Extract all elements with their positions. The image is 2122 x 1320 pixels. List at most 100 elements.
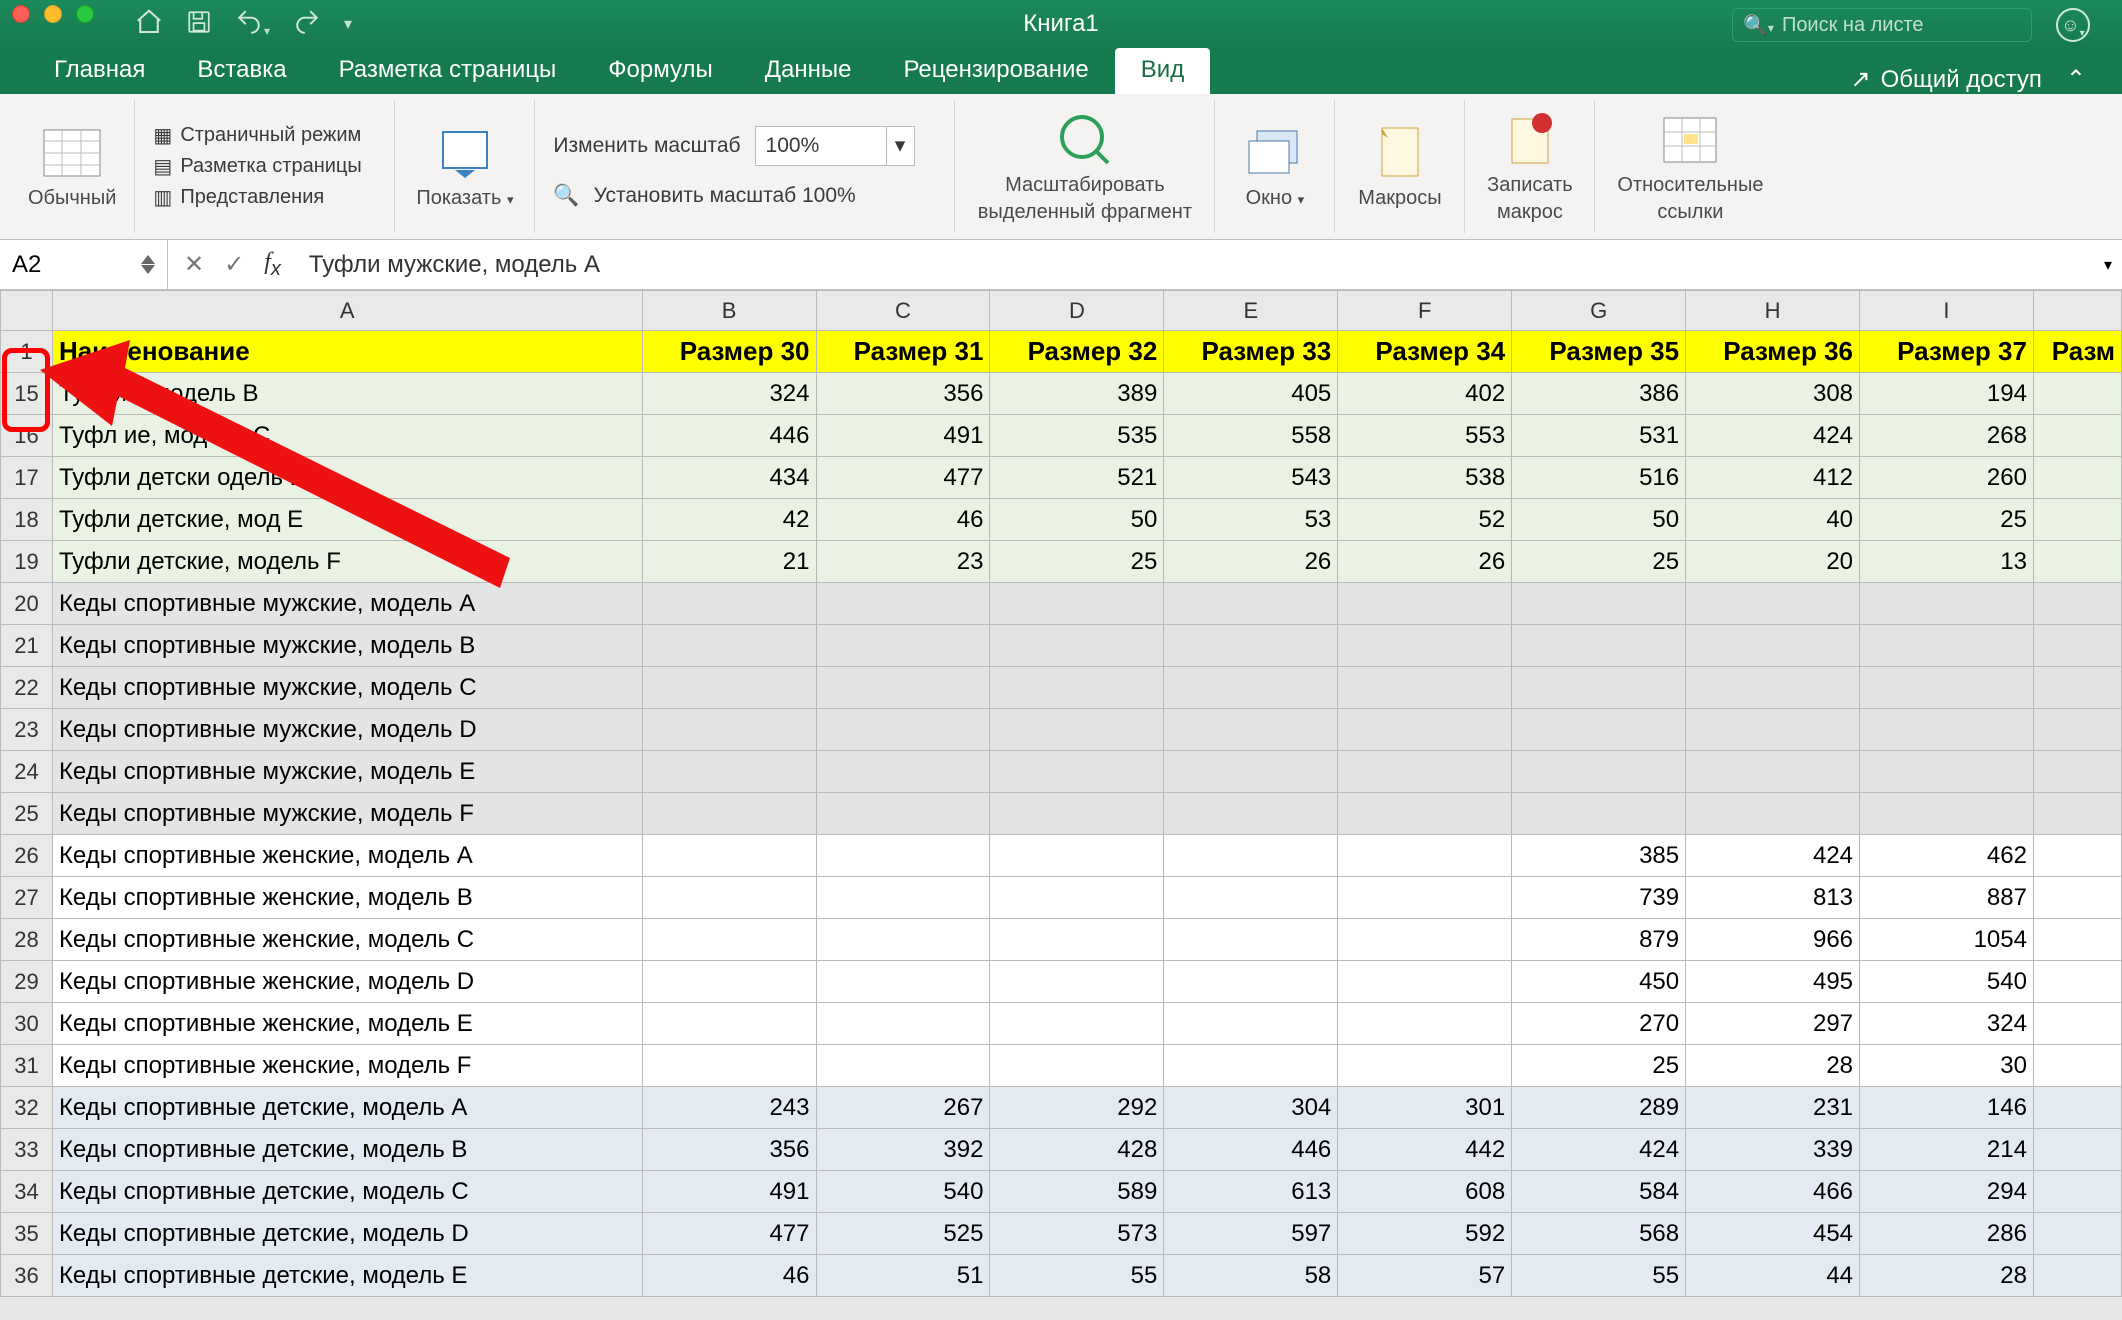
cell[interactable]: 53 — [1164, 499, 1338, 541]
cell[interactable]: 466 — [1686, 1171, 1860, 1213]
share-button[interactable]: ↗ Общий доступ ⌃ — [1851, 65, 2086, 94]
cell[interactable] — [1164, 877, 1338, 919]
cell[interactable] — [1164, 919, 1338, 961]
qat-more-icon[interactable]: ▾ — [344, 14, 352, 34]
cell[interactable] — [1338, 625, 1512, 667]
cell[interactable]: 356 — [642, 1129, 816, 1171]
cell[interactable] — [990, 961, 1164, 1003]
cell[interactable]: 42 — [642, 499, 816, 541]
row-header-36[interactable]: 36 — [1, 1255, 53, 1297]
cell[interactable]: Кеды спортивные женские, модель F — [52, 1045, 642, 1087]
cell[interactable]: 13 — [1860, 541, 2034, 583]
cell[interactable] — [2033, 1255, 2121, 1297]
cell[interactable]: Туфли детские, модель F — [52, 541, 642, 583]
cell[interactable] — [2033, 1003, 2121, 1045]
row-header-34[interactable]: 34 — [1, 1171, 53, 1213]
cancel-formula-icon[interactable]: ✕ — [184, 250, 204, 279]
cell[interactable] — [1338, 709, 1512, 751]
cell[interactable] — [2033, 667, 2121, 709]
cell[interactable]: 525 — [816, 1213, 990, 1255]
cell[interactable]: 392 — [816, 1129, 990, 1171]
cell[interactable] — [642, 709, 816, 751]
cell[interactable]: 592 — [1338, 1213, 1512, 1255]
row-header-31[interactable]: 31 — [1, 1045, 53, 1087]
cell[interactable] — [816, 961, 990, 1003]
row-header-28[interactable]: 28 — [1, 919, 53, 961]
col-header-I[interactable]: I — [1860, 291, 2034, 331]
cell[interactable] — [1164, 625, 1338, 667]
cell[interactable]: 26 — [1164, 541, 1338, 583]
cell[interactable] — [2033, 499, 2121, 541]
cell[interactable]: 446 — [642, 415, 816, 457]
cell[interactable] — [1686, 751, 1860, 793]
cell[interactable]: 231 — [1686, 1087, 1860, 1129]
cell[interactable]: Кеды спортивные женские, модель E — [52, 1003, 642, 1045]
cell[interactable] — [990, 919, 1164, 961]
cell[interactable]: 535 — [990, 415, 1164, 457]
feedback-icon[interactable]: ☺▾ — [2056, 8, 2090, 42]
cell[interactable] — [1164, 835, 1338, 877]
row-header-24[interactable]: 24 — [1, 751, 53, 793]
row-header-35[interactable]: 35 — [1, 1213, 53, 1255]
cell[interactable]: 412 — [1686, 457, 1860, 499]
cell[interactable]: 268 — [1860, 415, 2034, 457]
cell[interactable]: 405 — [1164, 373, 1338, 415]
row-header-33[interactable]: 33 — [1, 1129, 53, 1171]
cell[interactable]: Размер 37 — [1860, 331, 2034, 373]
cell[interactable]: 543 — [1164, 457, 1338, 499]
col-header-A[interactable]: A — [52, 291, 642, 331]
cell[interactable] — [642, 835, 816, 877]
cell[interactable]: Кеды спортивные детские, модель E — [52, 1255, 642, 1297]
row-header-26[interactable]: 26 — [1, 835, 53, 877]
tab-review[interactable]: Рецензирование — [877, 48, 1114, 94]
cell[interactable]: Размер 33 — [1164, 331, 1338, 373]
cell[interactable] — [642, 877, 816, 919]
cell[interactable]: 739 — [1512, 877, 1686, 919]
cell[interactable]: Наименование — [52, 331, 642, 373]
cell[interactable]: Кеды спортивные детские, модель A — [52, 1087, 642, 1129]
cell[interactable] — [642, 919, 816, 961]
cell[interactable]: 386 — [1512, 373, 1686, 415]
cell[interactable]: 324 — [642, 373, 816, 415]
cell[interactable] — [816, 1003, 990, 1045]
cell[interactable] — [642, 961, 816, 1003]
cell[interactable] — [2033, 961, 2121, 1003]
cell[interactable]: Кеды спортивные женские, модель A — [52, 835, 642, 877]
cell[interactable] — [990, 1045, 1164, 1087]
cell[interactable] — [1860, 583, 2034, 625]
cell[interactable]: 28 — [1860, 1255, 2034, 1297]
cell[interactable]: 25 — [1512, 1045, 1686, 1087]
cell[interactable]: 50 — [990, 499, 1164, 541]
cell[interactable]: Кеды спортивные детские, модель C — [52, 1171, 642, 1213]
cell[interactable] — [2033, 793, 2121, 835]
cell[interactable] — [1686, 667, 1860, 709]
cell[interactable]: 521 — [990, 457, 1164, 499]
cell[interactable]: 424 — [1512, 1129, 1686, 1171]
cell[interactable] — [1338, 667, 1512, 709]
cell[interactable]: 55 — [990, 1255, 1164, 1297]
cell[interactable] — [1338, 919, 1512, 961]
cell[interactable]: 289 — [1512, 1087, 1686, 1129]
cell[interactable]: 531 — [1512, 415, 1686, 457]
cell[interactable] — [2033, 625, 2121, 667]
cell[interactable] — [1164, 667, 1338, 709]
cell[interactable]: 540 — [816, 1171, 990, 1213]
cell[interactable]: 516 — [1512, 457, 1686, 499]
formula-input[interactable]: Туфли мужские, модель A — [297, 251, 600, 279]
tab-page-layout[interactable]: Разметка страницы — [313, 48, 583, 94]
cell[interactable]: 450 — [1512, 961, 1686, 1003]
custom-views[interactable]: ▥Представления — [153, 185, 361, 210]
cell[interactable] — [642, 751, 816, 793]
cell[interactable]: 26 — [1338, 541, 1512, 583]
cell[interactable] — [2033, 1087, 2121, 1129]
cell[interactable]: 214 — [1860, 1129, 2034, 1171]
cell[interactable]: 589 — [990, 1171, 1164, 1213]
cell[interactable] — [1164, 751, 1338, 793]
cell[interactable] — [1686, 793, 1860, 835]
cell[interactable]: Размер 34 — [1338, 331, 1512, 373]
cell[interactable]: 454 — [1686, 1213, 1860, 1255]
cell[interactable] — [1338, 751, 1512, 793]
cell[interactable]: 23 — [816, 541, 990, 583]
cell[interactable] — [816, 667, 990, 709]
cell[interactable]: Размер 35 — [1512, 331, 1686, 373]
